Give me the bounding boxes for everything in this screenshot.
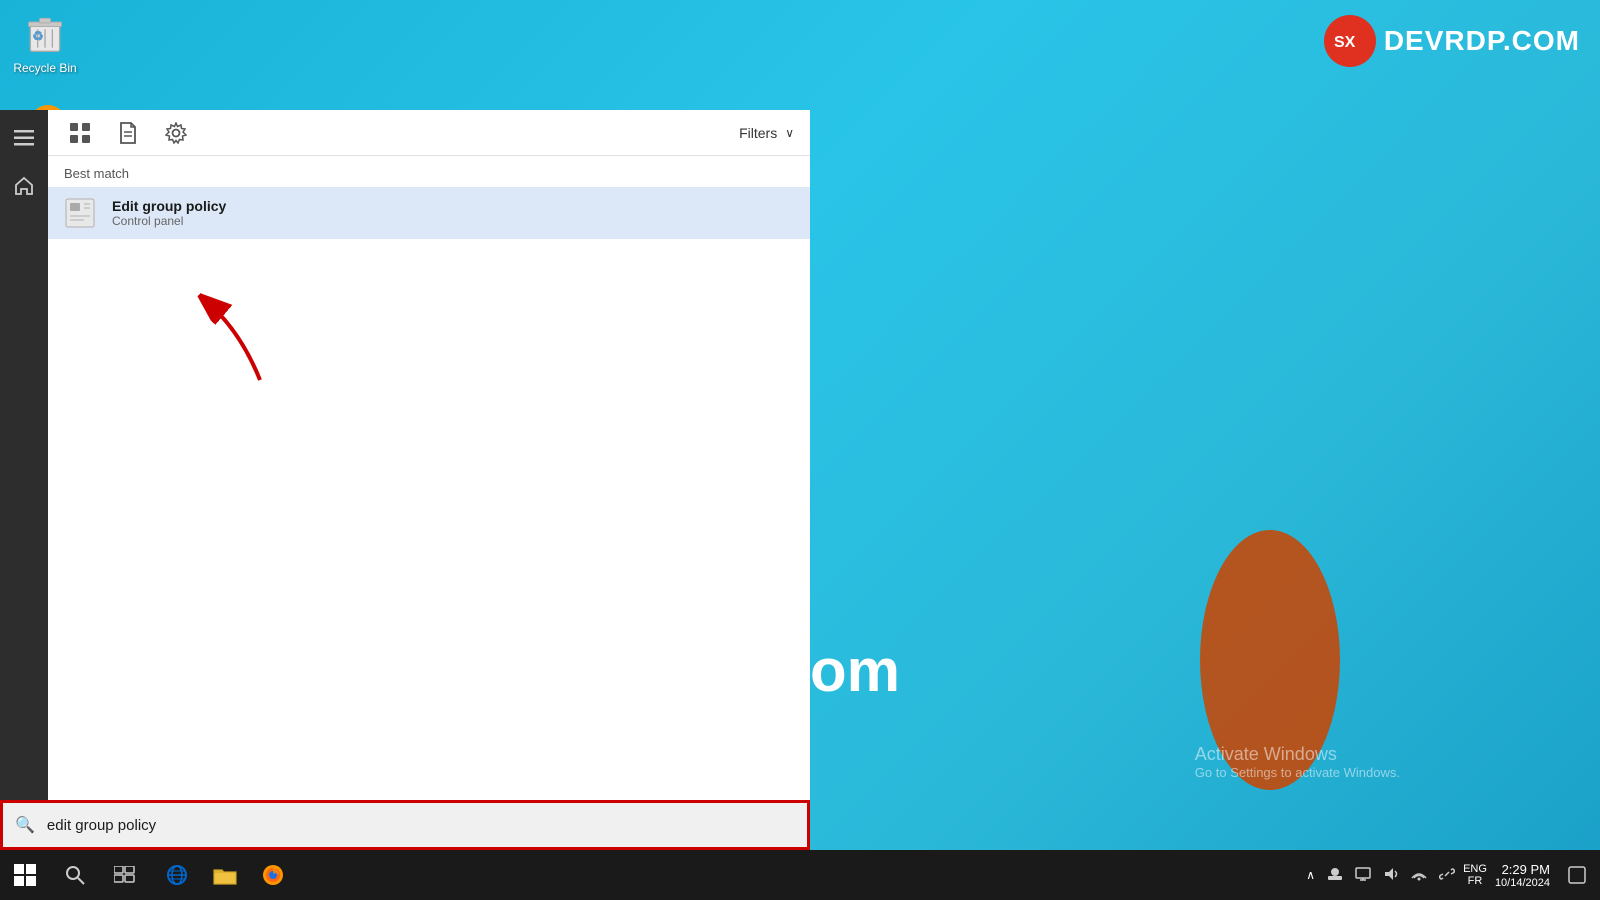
taskbar-date-value: 10/14/2024 bbox=[1495, 877, 1550, 889]
search-input-bar: 🔍 bbox=[0, 800, 810, 850]
taskbar-language[interactable]: ENG FR bbox=[1463, 863, 1487, 887]
svg-text:♻: ♻ bbox=[32, 28, 44, 43]
systray-display-icon[interactable] bbox=[1351, 864, 1375, 887]
result-item-icon bbox=[64, 195, 100, 231]
taskbar-taskview-button[interactable] bbox=[100, 850, 150, 900]
search-sidebar bbox=[0, 110, 48, 850]
start-button[interactable] bbox=[0, 850, 50, 900]
search-input-field[interactable] bbox=[47, 817, 807, 834]
om-text: om bbox=[810, 636, 900, 705]
taskbar-clock[interactable]: 2:29 PM 10/14/2024 bbox=[1495, 862, 1550, 889]
search-filter-bar: Filters ∨ bbox=[48, 110, 810, 156]
taskbar-language-fr: FR bbox=[1463, 875, 1487, 887]
devrdp-logo: SX DEVRDP.COM bbox=[1324, 15, 1580, 67]
taskbar-ie-button[interactable] bbox=[154, 852, 200, 898]
desktop: ♻ Recycle Bin Firefox SX DEVRDP.COM bbox=[0, 0, 1600, 900]
activate-windows-title: Activate Windows bbox=[1195, 744, 1400, 765]
sidebar-home-button[interactable] bbox=[4, 166, 44, 206]
taskbar-systray: ∧ bbox=[1302, 850, 1600, 900]
devrdp-circle-icon: SX bbox=[1324, 15, 1376, 67]
best-match-label: Best match bbox=[48, 156, 810, 187]
taskbar-time-value: 2:29 PM bbox=[1495, 862, 1550, 877]
filter-settings-button[interactable] bbox=[160, 117, 192, 149]
svg-text:SX: SX bbox=[1334, 34, 1356, 51]
filters-dropdown-button[interactable]: Filters ∨ bbox=[739, 125, 794, 141]
search-panel: Filters ∨ Best match bbox=[0, 110, 810, 850]
filters-label-text: Filters bbox=[739, 125, 777, 141]
recycle-bin-icon: ♻ bbox=[21, 9, 69, 57]
activate-windows: Activate Windows Go to Settings to activ… bbox=[1195, 744, 1400, 780]
result-text: Edit group policy Control panel bbox=[112, 198, 226, 228]
devrdp-text: DEVRDP.COM bbox=[1384, 25, 1580, 57]
taskbar: ∧ bbox=[0, 850, 1600, 900]
search-input-icon: 🔍 bbox=[3, 815, 47, 835]
desktop-icon-recycle-bin[interactable]: ♻ Recycle Bin bbox=[5, 5, 85, 79]
search-main: Filters ∨ Best match bbox=[48, 110, 810, 850]
recycle-bin-label: Recycle Bin bbox=[13, 61, 76, 75]
search-results: Best match Edit group bbox=[48, 156, 810, 850]
systray-chevron-button[interactable]: ∧ bbox=[1302, 864, 1319, 886]
taskbar-file-explorer-button[interactable] bbox=[202, 852, 248, 898]
taskbar-firefox-button[interactable] bbox=[250, 852, 296, 898]
result-subtitle: Control panel bbox=[112, 214, 226, 228]
taskbar-apps bbox=[150, 852, 1302, 898]
result-title: Edit group policy bbox=[112, 198, 226, 214]
systray-network-icon[interactable] bbox=[1407, 864, 1431, 887]
systray-link-icon[interactable] bbox=[1435, 864, 1459, 887]
sidebar-hamburger-button[interactable] bbox=[4, 118, 44, 158]
filter-apps-button[interactable] bbox=[64, 117, 96, 149]
activate-windows-subtitle: Go to Settings to activate Windows. bbox=[1195, 765, 1400, 780]
filter-documents-button[interactable] bbox=[112, 117, 144, 149]
search-result-item[interactable]: Edit group policy Control panel bbox=[48, 187, 810, 239]
taskbar-notification-button[interactable] bbox=[1562, 850, 1592, 900]
systray-speaker-icon[interactable] bbox=[1379, 864, 1403, 887]
taskbar-search-button[interactable] bbox=[50, 850, 100, 900]
systray-person-icon[interactable] bbox=[1323, 864, 1347, 887]
filters-chevron-icon: ∨ bbox=[785, 126, 794, 140]
taskbar-language-eng: ENG bbox=[1463, 863, 1487, 875]
filter-icons-group bbox=[64, 117, 192, 149]
